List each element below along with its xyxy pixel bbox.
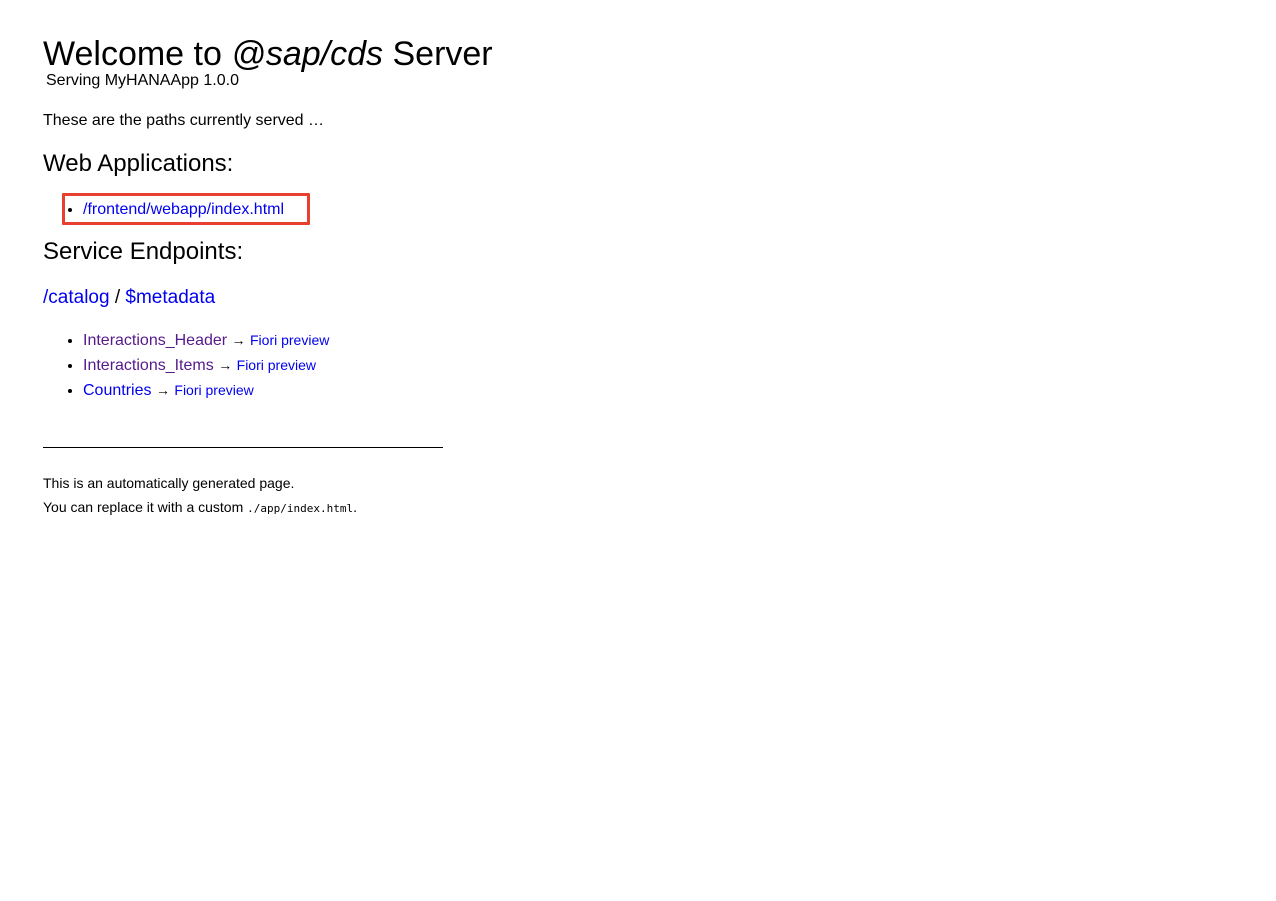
footer-line-1: This is an automatically generated page. (43, 475, 295, 491)
list-item: /frontend/webapp/index.html (62, 193, 310, 225)
service-endpoints-heading: Service Endpoints: (43, 238, 244, 265)
title-prefix: Welcome to (43, 35, 232, 73)
page-title: Welcome to @sap/cds Server (43, 34, 493, 74)
web-applications-heading: Web Applications: (43, 150, 234, 177)
intro-text: These are the paths currently served … (43, 112, 325, 129)
webapp-index-link[interactable]: /frontend/webapp/index.html (83, 201, 284, 218)
fiori-preview-link[interactable]: Fiori preview (250, 332, 329, 348)
arrow-icon: → (218, 357, 233, 373)
arrow-icon: → (231, 332, 246, 348)
list-item: Interactions_Items → Fiori preview (83, 353, 329, 378)
fiori-preview-link[interactable]: Fiori preview (174, 382, 253, 398)
footer-line-2: You can replace it with a custom ./app/i… (43, 495, 357, 521)
title-suffix: Server (383, 35, 493, 73)
footer-line-2-suffix: . (353, 499, 358, 515)
catalog-service-line: /catalog / $metadata (43, 285, 215, 310)
entity-link-interactions-items[interactable]: Interactions_Items (83, 357, 214, 374)
catalog-service-link[interactable]: /catalog (43, 287, 110, 308)
metadata-link[interactable]: $metadata (125, 287, 215, 308)
title-emphasis: @sap/cds (231, 35, 384, 73)
web-applications-list: /frontend/webapp/index.html (43, 193, 310, 225)
arrow-icon: → (155, 382, 170, 398)
horizontal-rule (43, 447, 443, 448)
entity-link-countries[interactable]: Countries (83, 382, 151, 399)
list-item: Interactions_Header → Fiori preview (83, 328, 329, 353)
footer-line-2-prefix: You can replace it with a custom (43, 499, 248, 515)
page-subtitle: Serving MyHANAApp 1.0.0 (46, 72, 239, 89)
custom-index-path: ./app/index.html (247, 502, 354, 515)
page-body: { "header": { "title_prefix": "Welcome t… (0, 0, 1276, 901)
path-separator: / (114, 287, 121, 308)
fiori-preview-link[interactable]: Fiori preview (237, 357, 316, 373)
entity-link-interactions-header[interactable]: Interactions_Header (83, 332, 227, 349)
list-item: Countries → Fiori preview (83, 378, 329, 403)
footer-note: This is an automatically generated page.… (43, 471, 357, 521)
webapp-link-wrapper: /frontend/webapp/index.html (62, 193, 310, 225)
entity-list: Interactions_Header → Fiori preview Inte… (43, 328, 329, 403)
